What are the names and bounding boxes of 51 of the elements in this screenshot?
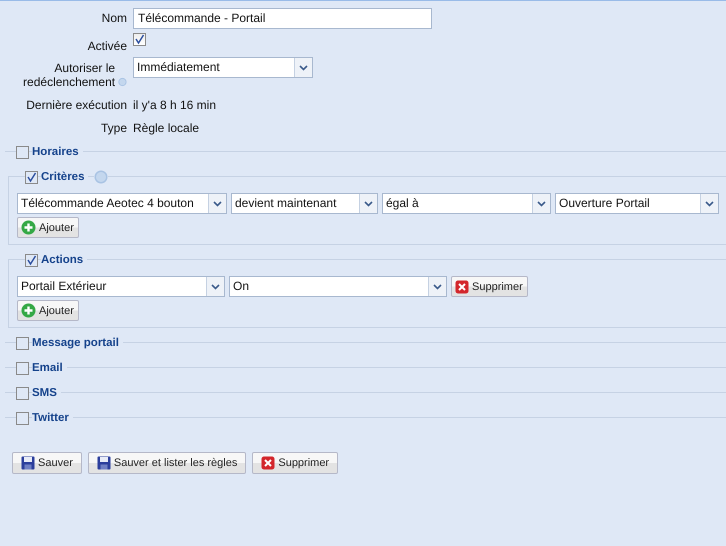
select-field[interactable]: Ouverture Portail xyxy=(555,193,719,214)
caret-icon xyxy=(537,200,546,206)
caret-icon xyxy=(213,200,222,206)
field-value: Règle locale xyxy=(133,121,200,135)
select-field[interactable]: Immédiatement xyxy=(133,57,313,78)
checkbox[interactable] xyxy=(16,146,29,158)
select-field[interactable]: devient maintenant xyxy=(231,193,378,214)
select-field[interactable]: Télécommande Aeotec 4 bouton xyxy=(17,193,227,214)
section-title: Horaires xyxy=(32,146,83,158)
select-field[interactable]: égal à xyxy=(382,193,551,214)
caret-icon xyxy=(299,64,308,70)
caret-icon xyxy=(211,284,220,290)
checkbox[interactable] xyxy=(25,170,38,184)
checkbox[interactable] xyxy=(16,386,29,400)
checkbox[interactable] xyxy=(25,254,38,266)
delete-icon xyxy=(261,456,276,470)
checkbox[interactable] xyxy=(16,412,29,424)
field-label: Activée xyxy=(88,39,127,53)
field-label: Autoriser le redéclenchement xyxy=(22,61,116,89)
add-button[interactable]: Ajouter xyxy=(17,300,79,321)
select-field[interactable]: On xyxy=(229,276,447,297)
select-field[interactable]: Portail Extérieur xyxy=(17,276,225,297)
plus-icon xyxy=(21,220,36,235)
checkbox[interactable] xyxy=(133,33,146,46)
delete-button[interactable]: Supprimer xyxy=(451,276,528,297)
save-button[interactable]: Sauver xyxy=(12,452,82,474)
name-field[interactable]: Télécommande - Portail xyxy=(133,8,432,28)
caret-icon xyxy=(705,200,714,206)
add-button[interactable]: Ajouter xyxy=(17,217,79,238)
section-title: Critères xyxy=(41,171,88,183)
save-button[interactable]: Sauver et lister les règles xyxy=(88,452,246,474)
caret-icon xyxy=(433,284,442,290)
checkbox[interactable] xyxy=(16,336,29,350)
plus-icon xyxy=(21,303,36,318)
caret-icon xyxy=(364,200,373,206)
section-title: SMS xyxy=(32,387,61,399)
field-value: il y'a 8 h 16 min xyxy=(133,98,216,112)
section-title: Actions xyxy=(41,254,88,266)
section-title: Twitter xyxy=(32,412,73,424)
section-title: Message portail xyxy=(32,337,123,349)
section-title: Email xyxy=(32,362,67,374)
help-icon[interactable] xyxy=(94,170,108,184)
delete-button[interactable]: Supprimer xyxy=(252,452,338,474)
field-label: Nom xyxy=(102,11,127,25)
floppy-icon xyxy=(21,456,35,470)
field-label: Type xyxy=(100,121,127,135)
checkbox[interactable] xyxy=(16,362,29,374)
help-icon[interactable] xyxy=(118,75,127,89)
floppy-icon xyxy=(96,456,111,470)
delete-icon xyxy=(455,280,469,294)
field-label: Dernière exécution xyxy=(26,98,127,112)
